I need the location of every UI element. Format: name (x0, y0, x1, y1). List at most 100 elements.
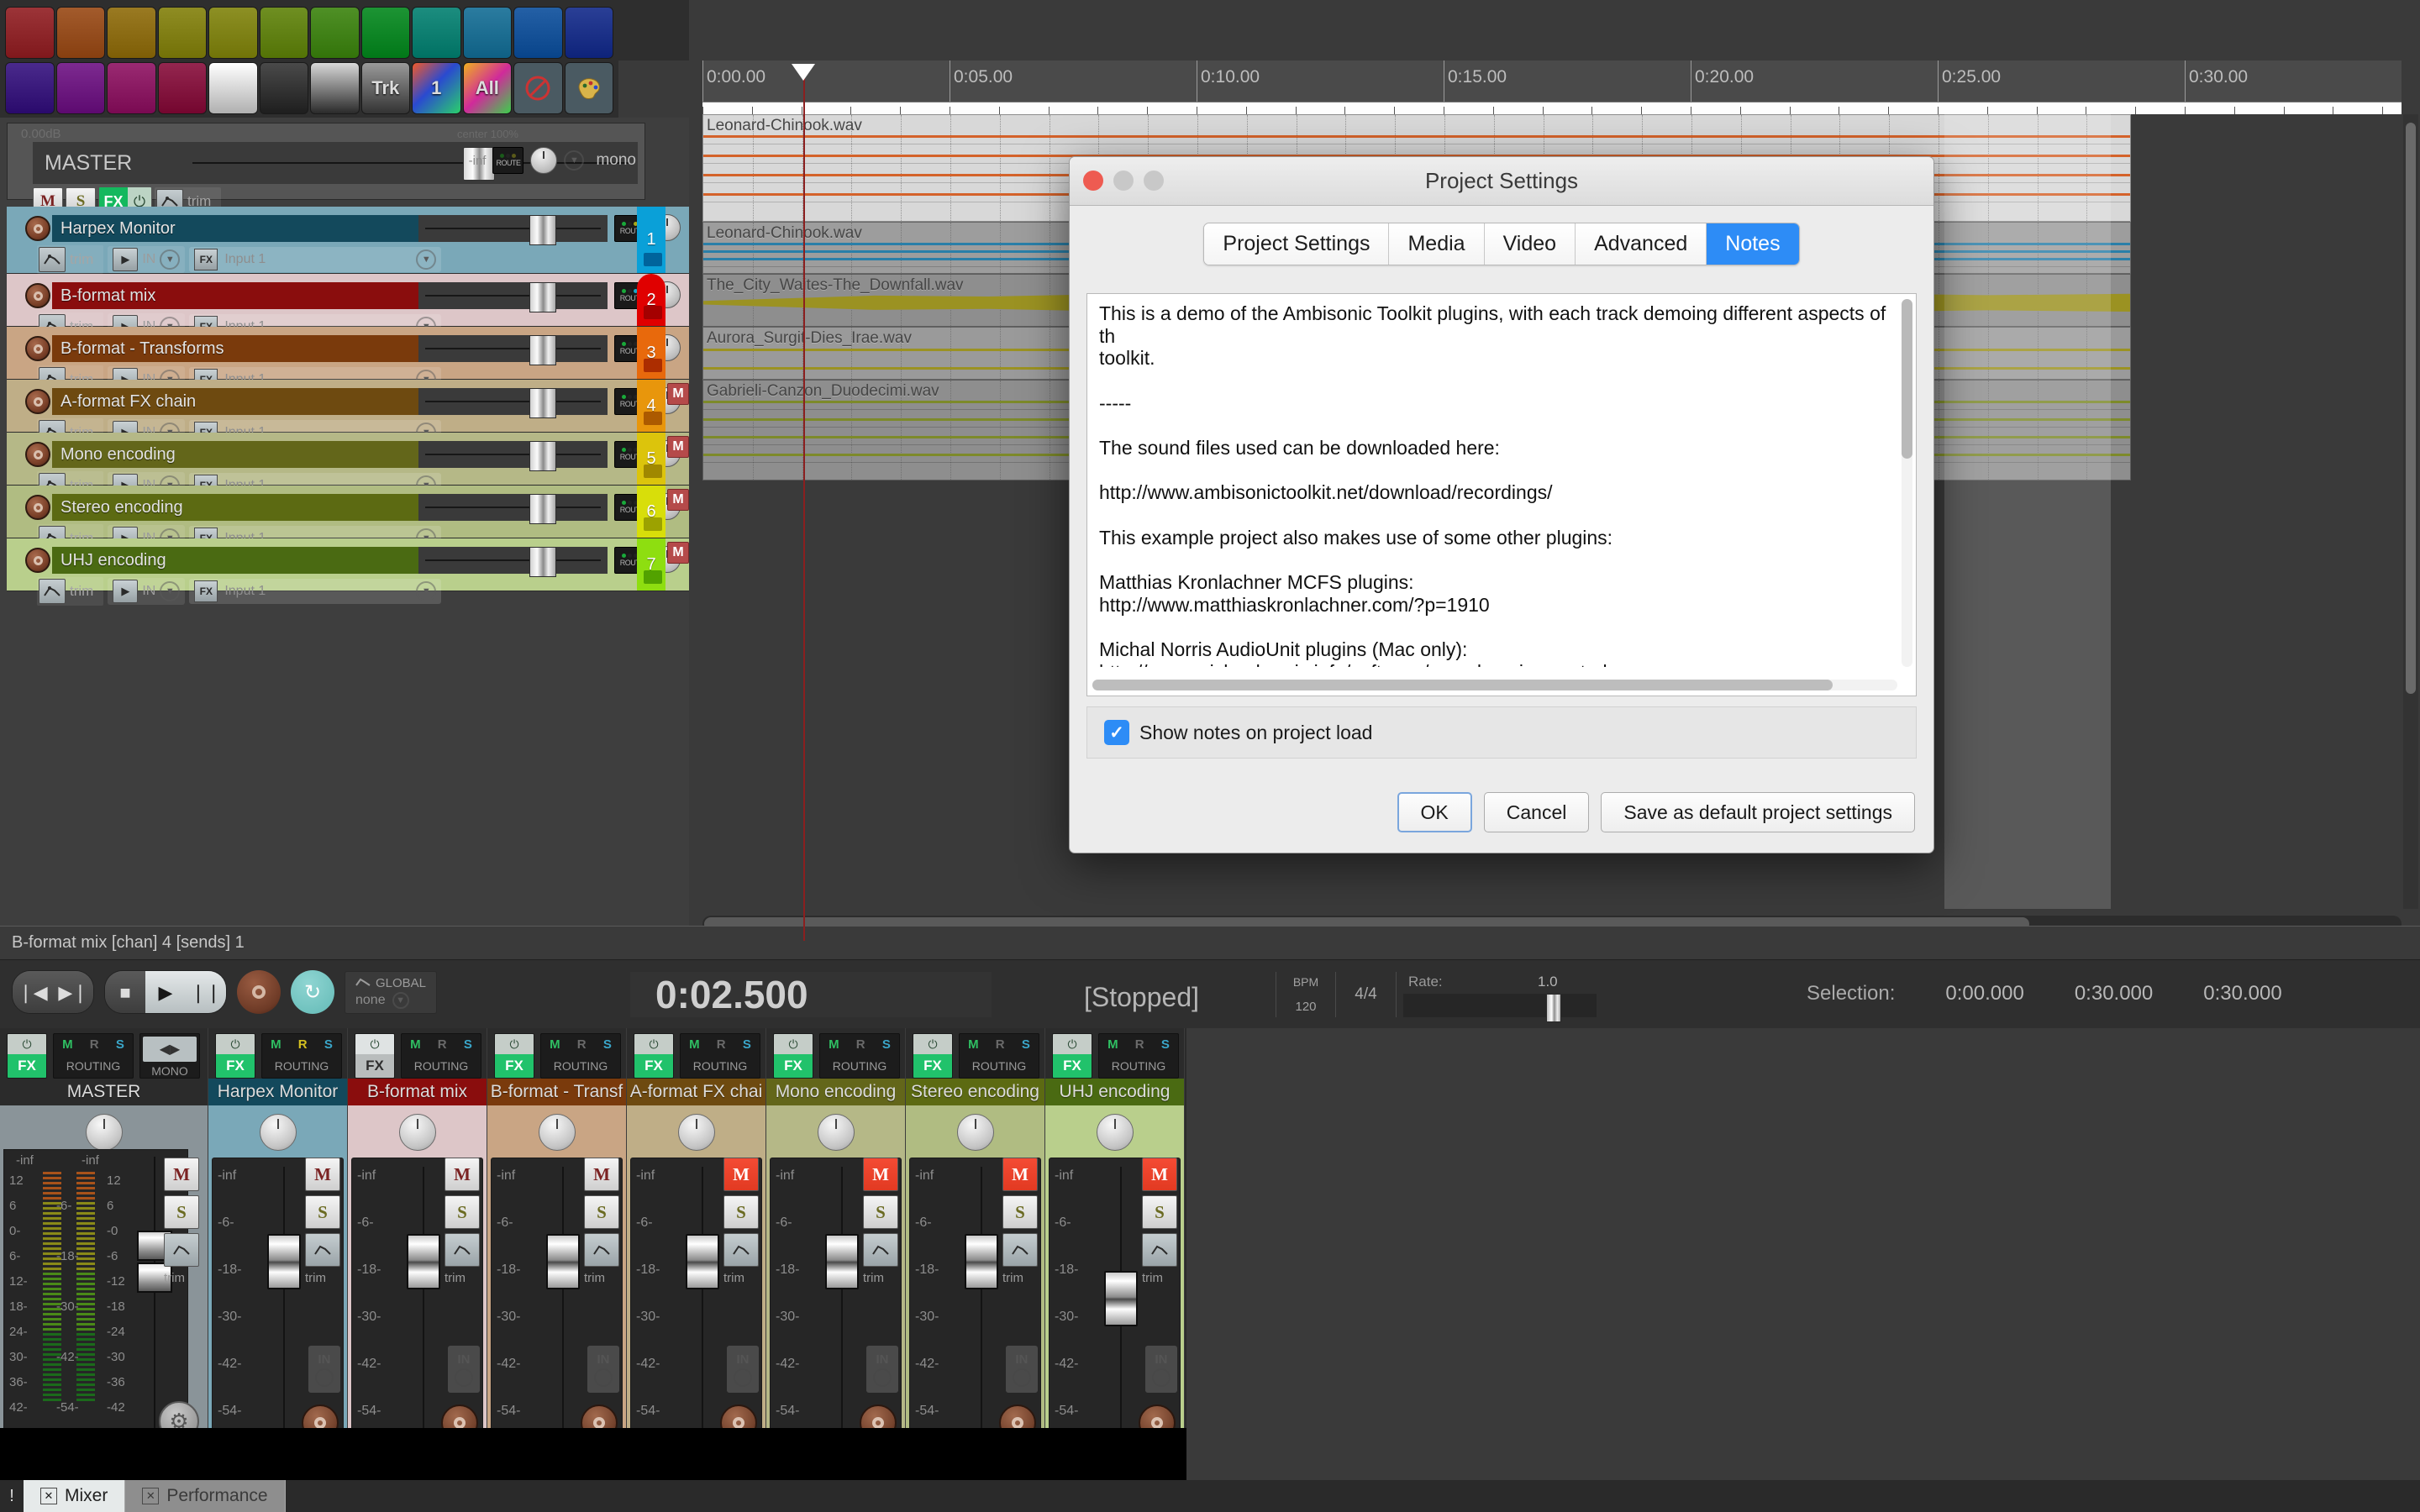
mixer-s-indicator[interactable]: S (743, 1037, 751, 1052)
chevron-down-icon[interactable]: ▼ (734, 1368, 752, 1387)
mixer-m-indicator[interactable]: M (829, 1037, 839, 1052)
mixer-input-button[interactable]: IN ▼ (587, 1346, 619, 1393)
play-cursor-head[interactable] (792, 64, 815, 81)
mixer-solo-button[interactable]: S (305, 1195, 340, 1229)
mixer-r-indicator[interactable]: R (90, 1037, 99, 1052)
record-arm-icon[interactable] (25, 336, 50, 361)
track-name-row[interactable]: A-format FX chain (25, 388, 429, 415)
mixer-pan-knob[interactable] (817, 1114, 855, 1151)
mixer-strip-header[interactable]: ⏻ FX M R S ROUTING Stereo encoding (906, 1028, 1045, 1105)
go-to-end-button[interactable]: ▶❘ (53, 971, 93, 1013)
palette-swatch-4[interactable] (157, 7, 207, 59)
mixer-s-indicator[interactable]: S (1022, 1037, 1030, 1052)
chevron-down-icon[interactable]: ▼ (1152, 1368, 1171, 1387)
chevron-down-icon[interactable]: ▼ (873, 1368, 892, 1387)
mixer-strip-header[interactable]: ⏻ FX M R S ROUTING Harpex Monitor (208, 1028, 348, 1105)
master-pan-knob[interactable] (530, 147, 558, 174)
show-notes-checkbox-row[interactable]: ✓ Show notes on project load (1086, 706, 1917, 759)
mixer-strip[interactable]: -inf -6- -18- -30- -42- -54- M Strim IN ▼ (906, 1105, 1045, 1448)
palette-swatch-6[interactable] (259, 7, 308, 59)
mixer-m-indicator[interactable]: M (689, 1037, 700, 1052)
selection-length[interactable]: 0:30.000 (2203, 982, 2281, 1005)
master-track-panel[interactable]: 0.00dB MASTER center 100% M S FX ⏻ trim … (7, 123, 645, 217)
global-value-row[interactable]: none ▼ (355, 991, 426, 1009)
mixer-strip-header[interactable]: ⏻ FX M R S ROUTING Mono encoding (766, 1028, 906, 1105)
play-button[interactable]: ▶ (145, 971, 186, 1013)
mixer-volume-fader[interactable] (265, 1163, 305, 1437)
mixer-mute-button[interactable]: M (445, 1158, 480, 1191)
bottom-tab-mixer[interactable]: ✕ Mixer (24, 1480, 126, 1512)
mixer-strip-name[interactable]: Harpex Monitor (208, 1079, 347, 1105)
mixer-s-indicator[interactable]: S (882, 1037, 891, 1052)
repeat-loop-button[interactable]: ↻ (291, 970, 334, 1014)
track-name[interactable]: UHJ encoding (52, 547, 429, 574)
palette-swatch-5[interactable] (208, 7, 258, 59)
timeline-ruler[interactable]: 0:00.00 0:05.00 0:10.00 0:15.00 0:20.00 0:25.… (702, 60, 2402, 102)
track-row[interactable]: A-format FX chainROUTMSFX⏻⦸trim▶IN▼FXInp… (7, 380, 839, 447)
palette-swatch-8[interactable] (360, 7, 410, 59)
monitor-icon[interactable]: ▶ (113, 580, 139, 603)
track-row[interactable]: B-format - TransformsROUTMSFX⏻⦸trim▶IN▼F… (7, 327, 839, 394)
track-name[interactable]: Harpex Monitor (52, 215, 429, 242)
mixer-m-indicator[interactable]: M (968, 1037, 979, 1052)
mixer-s-indicator[interactable]: S (324, 1037, 333, 1052)
track-name-row[interactable]: B-format - Transforms (25, 335, 429, 362)
vscroll-thumb[interactable] (2406, 123, 2416, 694)
tab-video[interactable]: Video (1484, 223, 1576, 265)
track-name[interactable]: A-format FX chain (52, 388, 429, 415)
record-arm-icon[interactable] (25, 495, 50, 520)
notes-vscroll-thumb[interactable] (1902, 299, 1912, 459)
fader-handle[interactable] (546, 1234, 580, 1289)
fader-handle[interactable] (529, 441, 556, 471)
notes-vertical-scrollbar[interactable] (1902, 299, 1912, 667)
rate-slider[interactable] (1403, 994, 1597, 1022)
global-automation-chip[interactable]: GLOBAL none ▼ (345, 970, 438, 1014)
notes-textarea-box[interactable]: This is a demo of the Ambisonic Toolkit … (1086, 293, 1917, 696)
show-notes-checkbox[interactable]: ✓ (1104, 720, 1129, 745)
selection-start[interactable]: 0:00.000 (1945, 982, 2023, 1005)
mixer-pan-knob[interactable] (677, 1114, 715, 1151)
time-readout[interactable]: 0:02.500 (630, 972, 992, 1017)
fx-power-icon[interactable]: ⏻ (774, 1034, 813, 1054)
chevron-down-icon[interactable]: ▼ (160, 249, 181, 270)
record-arm-icon[interactable] (25, 216, 50, 241)
track-volume-fader[interactable] (418, 215, 608, 245)
mixer-m-indicator[interactable]: M (550, 1037, 560, 1052)
mixer-fx-button[interactable]: ⏻ FX (355, 1033, 395, 1079)
mixer-s-indicator[interactable]: S (464, 1037, 472, 1052)
maximize-icon[interactable] (1144, 171, 1164, 191)
mixer-volume-fader[interactable] (823, 1163, 863, 1437)
mixer-r-indicator[interactable]: R (1135, 1037, 1144, 1052)
ok-button[interactable]: OK (1397, 792, 1472, 832)
mixer-strip-name[interactable]: B-format - Transf (487, 1079, 626, 1105)
mixer-strip[interactable]: -inf -6- -18- -30- -42- -54- M Strim IN ▼ (627, 1105, 766, 1448)
tab-notes[interactable]: Notes (1707, 223, 1799, 265)
tab-advanced[interactable]: Advanced (1576, 223, 1707, 265)
palette-swatch-2[interactable] (55, 7, 105, 59)
alert-icon[interactable]: ! (0, 1487, 24, 1506)
mixer-pan-knob[interactable] (398, 1114, 436, 1151)
mixer-input-button[interactable]: IN ▼ (866, 1346, 898, 1393)
track-name[interactable]: Mono encoding (52, 441, 429, 468)
rate-slider-handle[interactable] (1546, 994, 1561, 1022)
palette-swatch-3[interactable] (107, 7, 156, 59)
mixer-m-indicator[interactable]: M (62, 1037, 73, 1052)
close-icon[interactable]: ✕ (142, 1488, 160, 1504)
fader-handle[interactable] (529, 388, 556, 418)
mixer-strip[interactable]: -inf -6- -18- -30- -42- -54- M Strim IN ▼ (487, 1105, 627, 1448)
mixer-r-indicator[interactable]: R (438, 1037, 447, 1052)
mixer-strip-header[interactable]: ⏻ FX M R S ROUTING ◀▶ MONO MASTER (0, 1028, 208, 1105)
palette-button-swatch-1[interactable] (5, 62, 55, 114)
mixer-solo-button[interactable]: S (723, 1195, 759, 1229)
mixer-routing-button[interactable]: M R S ROUTING (959, 1033, 1039, 1079)
track-row[interactable]: UHJ encodingROUTMSFX⏻⦸trim▶IN▼FXInput 1▼… (7, 538, 839, 606)
mixer-routing-button[interactable]: M R S ROUTING (53, 1033, 134, 1079)
mixer-strip-name[interactable]: A-format FX chai (627, 1079, 765, 1105)
fader-handle[interactable] (686, 1234, 719, 1289)
mixer-mute-button[interactable]: M (305, 1158, 340, 1191)
palette-button-swatch-4[interactable] (157, 62, 207, 114)
rate-control[interactable]: Rate: 1.0 (1403, 972, 1613, 1022)
mixer-strip[interactable]: -inf -6- -18- -30- -42- -54- M Strim IN ▼ (1045, 1105, 1185, 1448)
mixer-fx-button[interactable]: ⏻ FX (7, 1033, 47, 1079)
mixer-solo-button[interactable]: S (584, 1195, 619, 1229)
